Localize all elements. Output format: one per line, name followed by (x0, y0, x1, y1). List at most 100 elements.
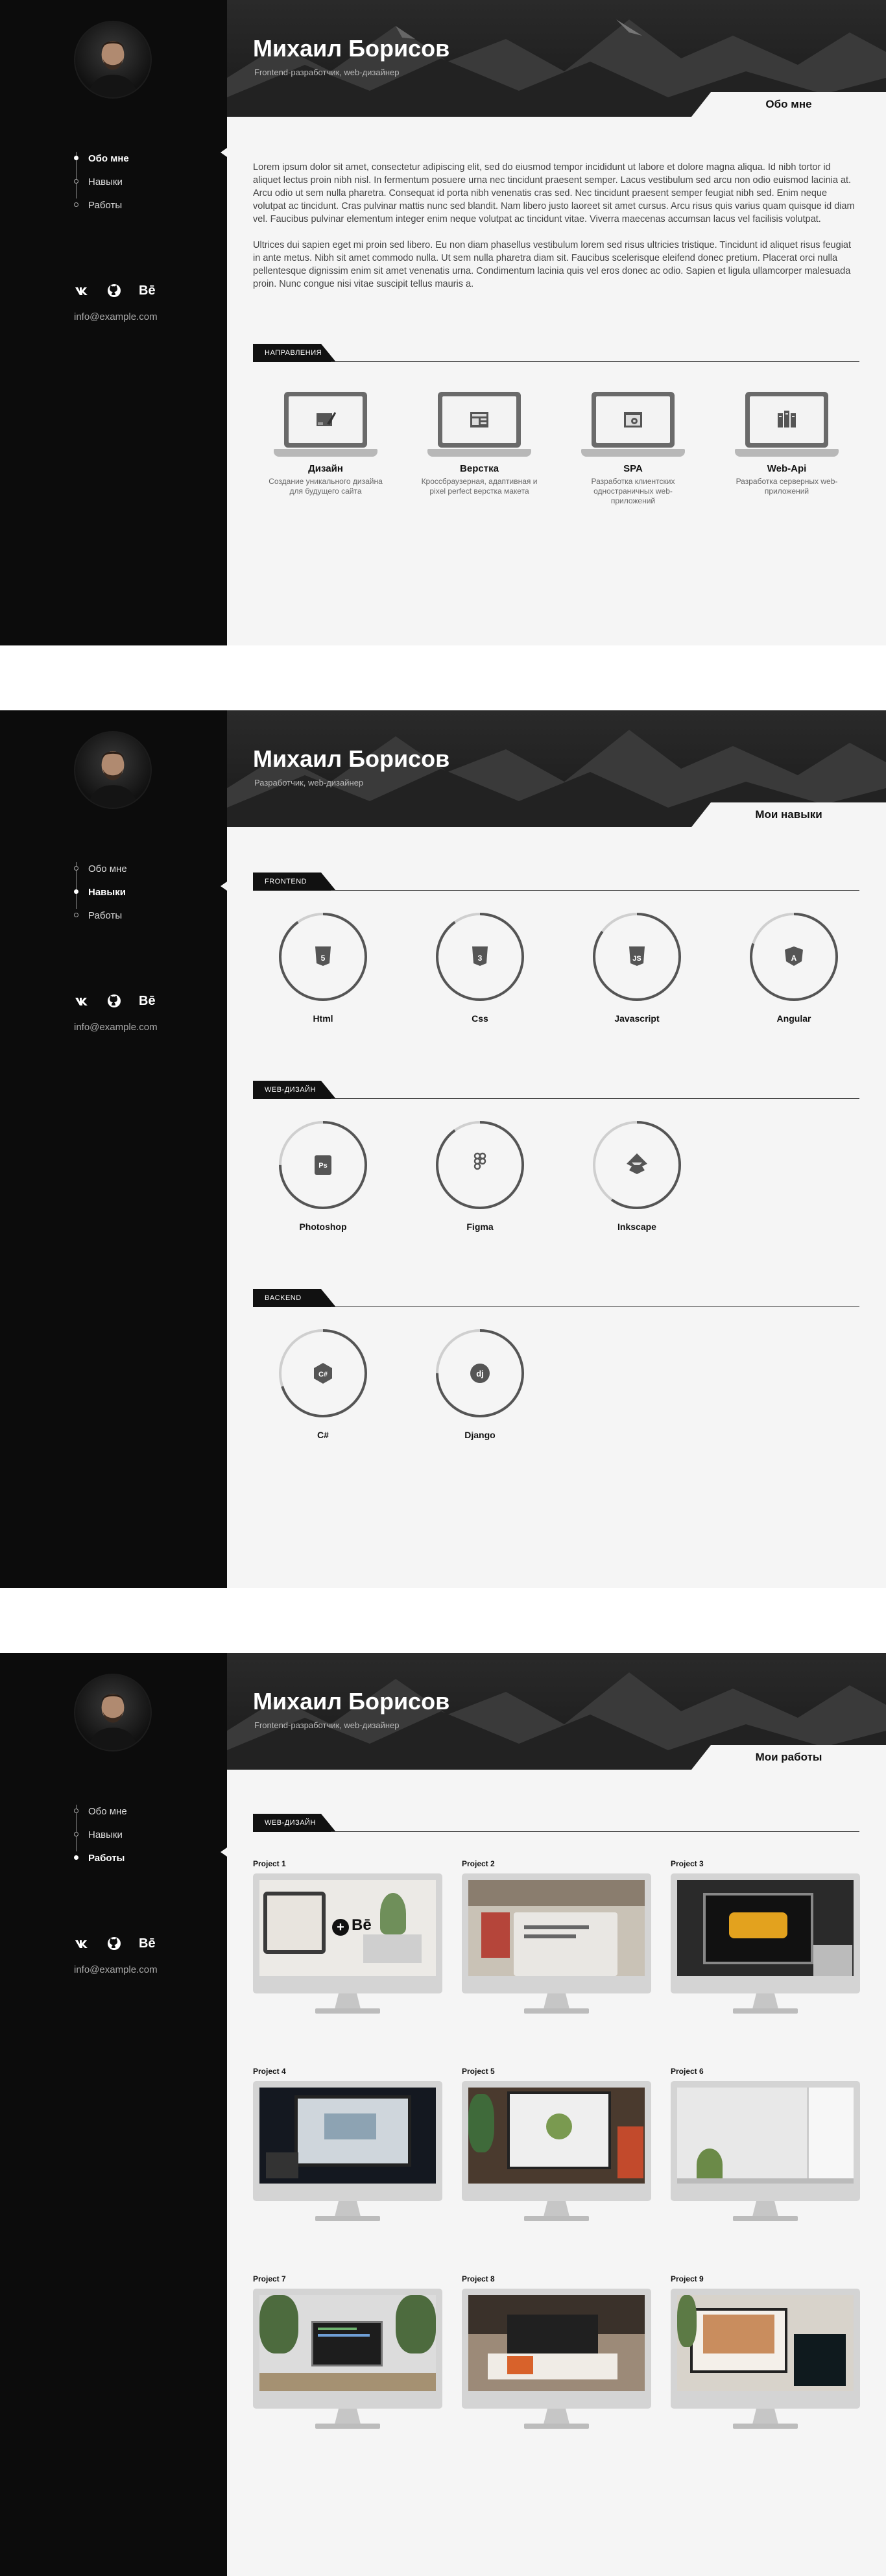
section-header: WEB-ДИЗАЙН (253, 1081, 859, 1099)
nav-item-about[interactable]: Обо мне (74, 857, 127, 880)
side-nav: Обо мне Навыки Работы (74, 147, 129, 217)
avatar (74, 21, 152, 99)
project-card[interactable]: Project 2 (462, 1859, 651, 2067)
email-link[interactable]: info@example.com (74, 311, 158, 322)
section-tab: Мои работы (691, 1745, 886, 1770)
project-title: Project 8 (462, 2274, 495, 2283)
skill-name: Figma (466, 1222, 494, 1232)
direction-title: Web-Api (767, 463, 807, 474)
github-icon[interactable] (106, 1934, 122, 1953)
section-label: WEB-ДИЗАЙН (253, 1081, 336, 1099)
about-paragraph: Lorem ipsum dolor sit amet, consectetur … (253, 162, 855, 224)
direction-title: SPA (623, 463, 643, 474)
skill-item: Inkscape (592, 1120, 682, 1232)
direction-title: Дизайн (308, 463, 343, 474)
github-icon[interactable] (106, 282, 122, 300)
nav-item-skills[interactable]: Навыки (74, 880, 127, 904)
html5-icon: 5 (315, 946, 331, 966)
section-tab: Обо мне (691, 92, 886, 117)
email-link[interactable]: info@example.com (74, 1022, 158, 1033)
skill-name: Javascript (614, 1013, 660, 1024)
design-icon (317, 412, 336, 426)
javascript-icon: JS (629, 946, 645, 966)
nav-item-label: Обо мне (88, 152, 129, 164)
section-label: НАПРАВЛЕНИЯ (253, 344, 336, 362)
projects-grid: Project 1 + Bē Project 2 Project 3 Proje… (253, 1859, 860, 2482)
nav-item-about[interactable]: Обо мне (74, 1800, 127, 1823)
github-icon[interactable] (106, 992, 122, 1010)
project-title: Project 2 (462, 1859, 495, 1868)
project-card[interactable]: Project 4 (253, 2067, 442, 2274)
page-gap (0, 645, 886, 710)
nav-item-works[interactable]: Работы (74, 904, 127, 927)
skill-item: 5 Html (278, 911, 368, 1024)
nav-item-works[interactable]: Работы (74, 193, 129, 217)
monitor-preview (671, 2289, 860, 2433)
page-subtitle: Frontend-разработчик, web-дизайнер (254, 67, 400, 77)
nav-item-about[interactable]: Обо мне (74, 147, 129, 170)
nav-item-skills[interactable]: Навыки (74, 1823, 127, 1846)
skill-ring (593, 1121, 681, 1209)
side-nav: Обо мне Навыки Работы (74, 857, 127, 927)
avatar (74, 731, 152, 809)
skill-ring: A (750, 913, 838, 1001)
monitor-preview (462, 2081, 651, 2225)
skill-name: Photoshop (299, 1222, 347, 1232)
section-header: WEB-ДИЗАЙН (253, 1814, 859, 1832)
angular-icon: A (785, 946, 803, 966)
side-nav: Обо мне Навыки Работы (74, 1800, 127, 1870)
monitor-preview: + Bē (253, 1873, 442, 2017)
project-card[interactable]: Project 6 (671, 2067, 860, 2274)
nav-pointer (221, 882, 227, 891)
direction-card: Web-Api Разработка серверных web-приложе… (728, 392, 845, 506)
skill-item: A Angular (748, 911, 839, 1024)
nav-item-works[interactable]: Работы (74, 1846, 127, 1870)
laptop-illustration (581, 392, 685, 457)
section-label: FRONTEND (253, 873, 336, 891)
vk-icon[interactable] (74, 282, 90, 300)
header-banner: Михаил Борисов Frontend-разработчик, web… (227, 0, 886, 117)
nav-item-label: Навыки (88, 886, 126, 898)
behance-icon[interactable]: Bē (139, 282, 156, 300)
direction-desc: Разработка серверных web-приложений (736, 477, 838, 496)
page-title: Михаил Борисов (253, 35, 450, 62)
section-tab: Мои навыки (691, 802, 886, 827)
vk-icon[interactable] (74, 1934, 90, 1953)
svg-text:Ps: Ps (318, 1162, 327, 1170)
social-links: Bē (74, 1934, 156, 1953)
vk-icon[interactable] (74, 992, 90, 1010)
nav-item-skills[interactable]: Навыки (74, 170, 129, 193)
project-card[interactable]: Project 7 (253, 2274, 442, 2482)
direction-card: Верстка Кроссбраузерная, адаптивная и pi… (421, 392, 538, 506)
project-title: Project 6 (671, 2067, 704, 2076)
email-link[interactable]: info@example.com (74, 1964, 158, 1975)
project-title: Project 5 (462, 2067, 495, 2076)
nav-pointer (221, 1848, 227, 1857)
section-header: FRONTEND (253, 873, 859, 891)
nav-item-label: Работы (88, 1852, 125, 1864)
direction-title: Верстка (460, 463, 499, 474)
skill-name: Django (464, 1430, 496, 1440)
project-card[interactable]: Project 3 (671, 1859, 860, 2067)
behance-icon[interactable]: Bē (139, 1934, 156, 1953)
css3-icon: 3 (472, 946, 488, 966)
skill-ring: 5 (279, 913, 367, 1001)
project-card[interactable]: Project 9 (671, 2274, 860, 2482)
screen-skills: Обо мне Навыки Работы Bē info@example.co… (0, 710, 886, 1588)
nav-item-label: Обо мне (88, 1805, 127, 1817)
project-card[interactable]: Project 1 + Bē (253, 1859, 442, 2067)
skill-item: C# C# (278, 1328, 368, 1440)
nav-item-label: Обо мне (88, 863, 127, 874)
svg-text:3: 3 (478, 954, 483, 963)
page-subtitle: Разработчик, web-дизайнер (254, 778, 364, 788)
section-label: WEB-ДИЗАЙН (253, 1814, 336, 1832)
behance-icon[interactable]: Bē (139, 992, 156, 1010)
project-card[interactable]: Project 8 (462, 2274, 651, 2482)
csharp-icon: C# (314, 1363, 332, 1384)
skill-item: JS Javascript (592, 911, 682, 1024)
skill-name: C# (317, 1430, 329, 1440)
skill-item: Figma (435, 1120, 525, 1232)
direction-desc: Кроссбраузерная, адаптивная и pixel perf… (421, 477, 538, 496)
project-card[interactable]: Project 5 (462, 2067, 651, 2274)
monitor-preview (462, 1873, 651, 2017)
